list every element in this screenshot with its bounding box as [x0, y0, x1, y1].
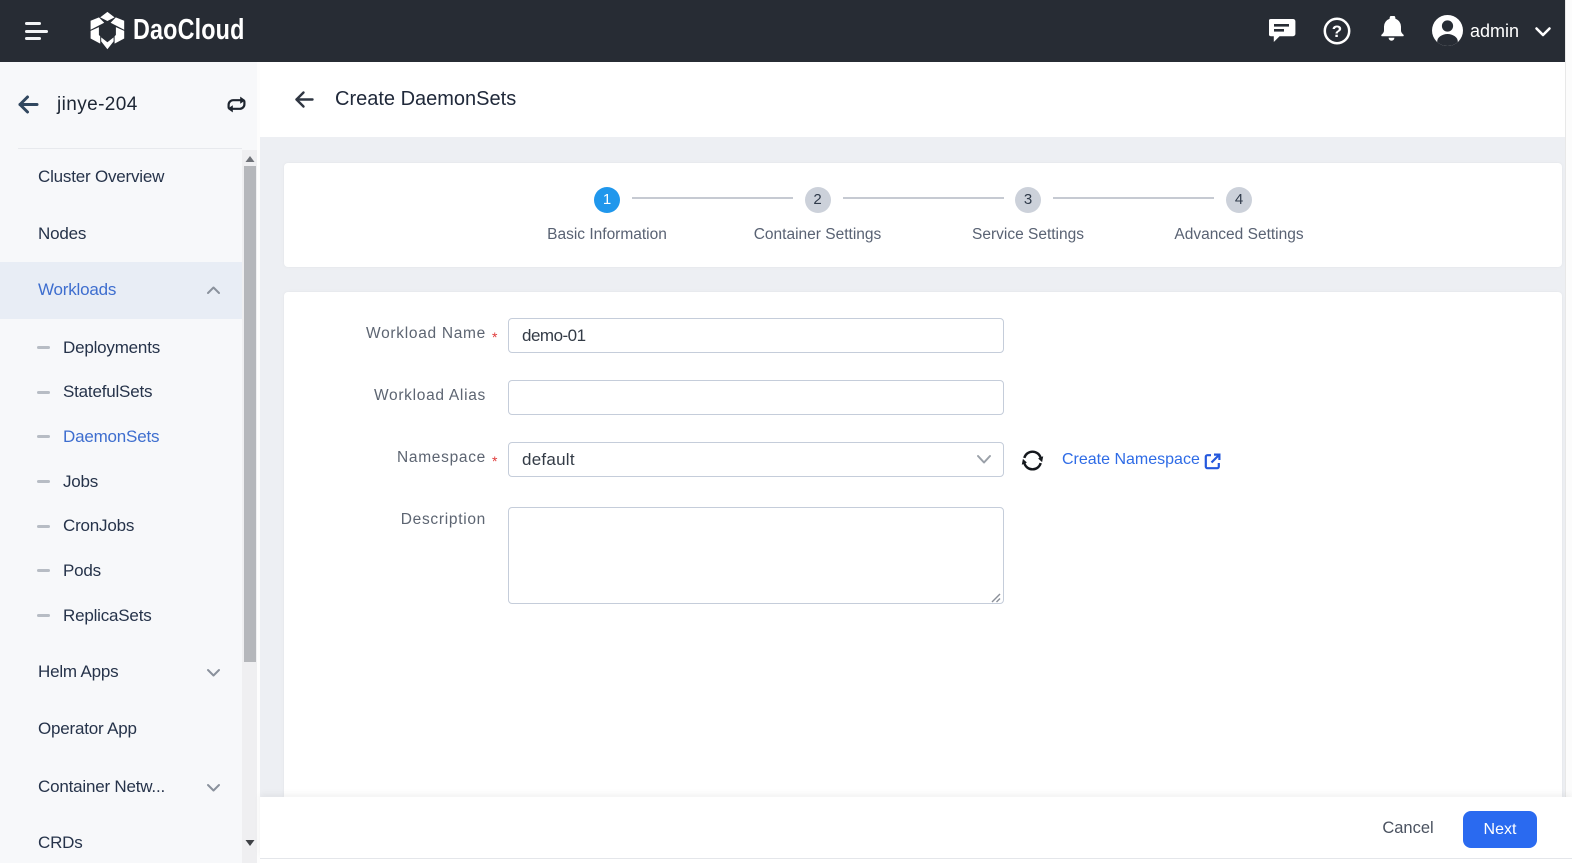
svg-text:?: ?: [1332, 22, 1342, 41]
